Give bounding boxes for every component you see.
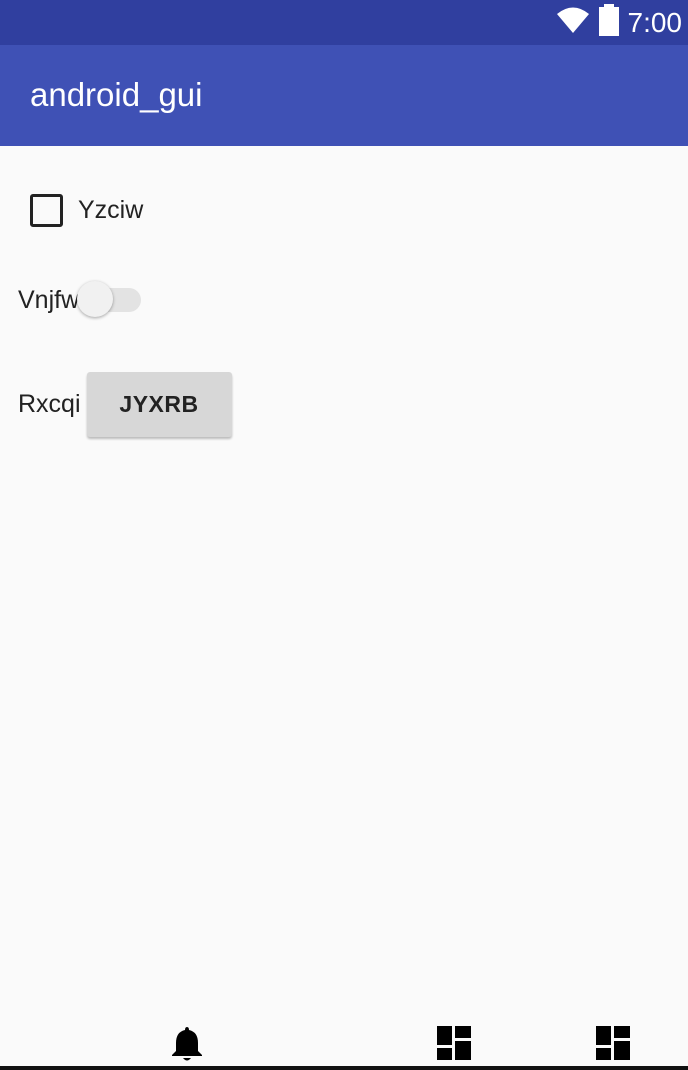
toggle-switch[interactable] (77, 280, 143, 320)
checkbox-label: Yzciw (78, 195, 144, 224)
bell-icon[interactable] (171, 1026, 203, 1067)
jyxrb-button[interactable]: JYXRB (86, 371, 232, 437)
app-title: android_gui (30, 76, 203, 113)
bottom-divider (0, 1066, 688, 1070)
battery-icon (598, 4, 620, 41)
button-row-label: Rxcqi (18, 389, 81, 418)
vnjfw-switch-row: Vnjfw (18, 280, 143, 320)
dashboard-icon[interactable] (596, 1026, 630, 1065)
yzciw-checkbox-row[interactable]: Yzciw (30, 193, 143, 227)
wifi-icon (556, 6, 590, 39)
switch-thumb[interactable] (77, 281, 114, 317)
status-bar: 7:00 (0, 0, 688, 45)
app-bar: android_gui (0, 45, 688, 146)
status-icons: 7:00 (556, 0, 683, 45)
rxcqi-button-row: Rxcqi JYXRB (18, 371, 232, 437)
switch-label: Vnjfw (18, 285, 80, 314)
status-time: 7:00 (627, 7, 683, 38)
dashboard-icon[interactable] (437, 1026, 471, 1065)
checkbox[interactable] (30, 193, 63, 227)
